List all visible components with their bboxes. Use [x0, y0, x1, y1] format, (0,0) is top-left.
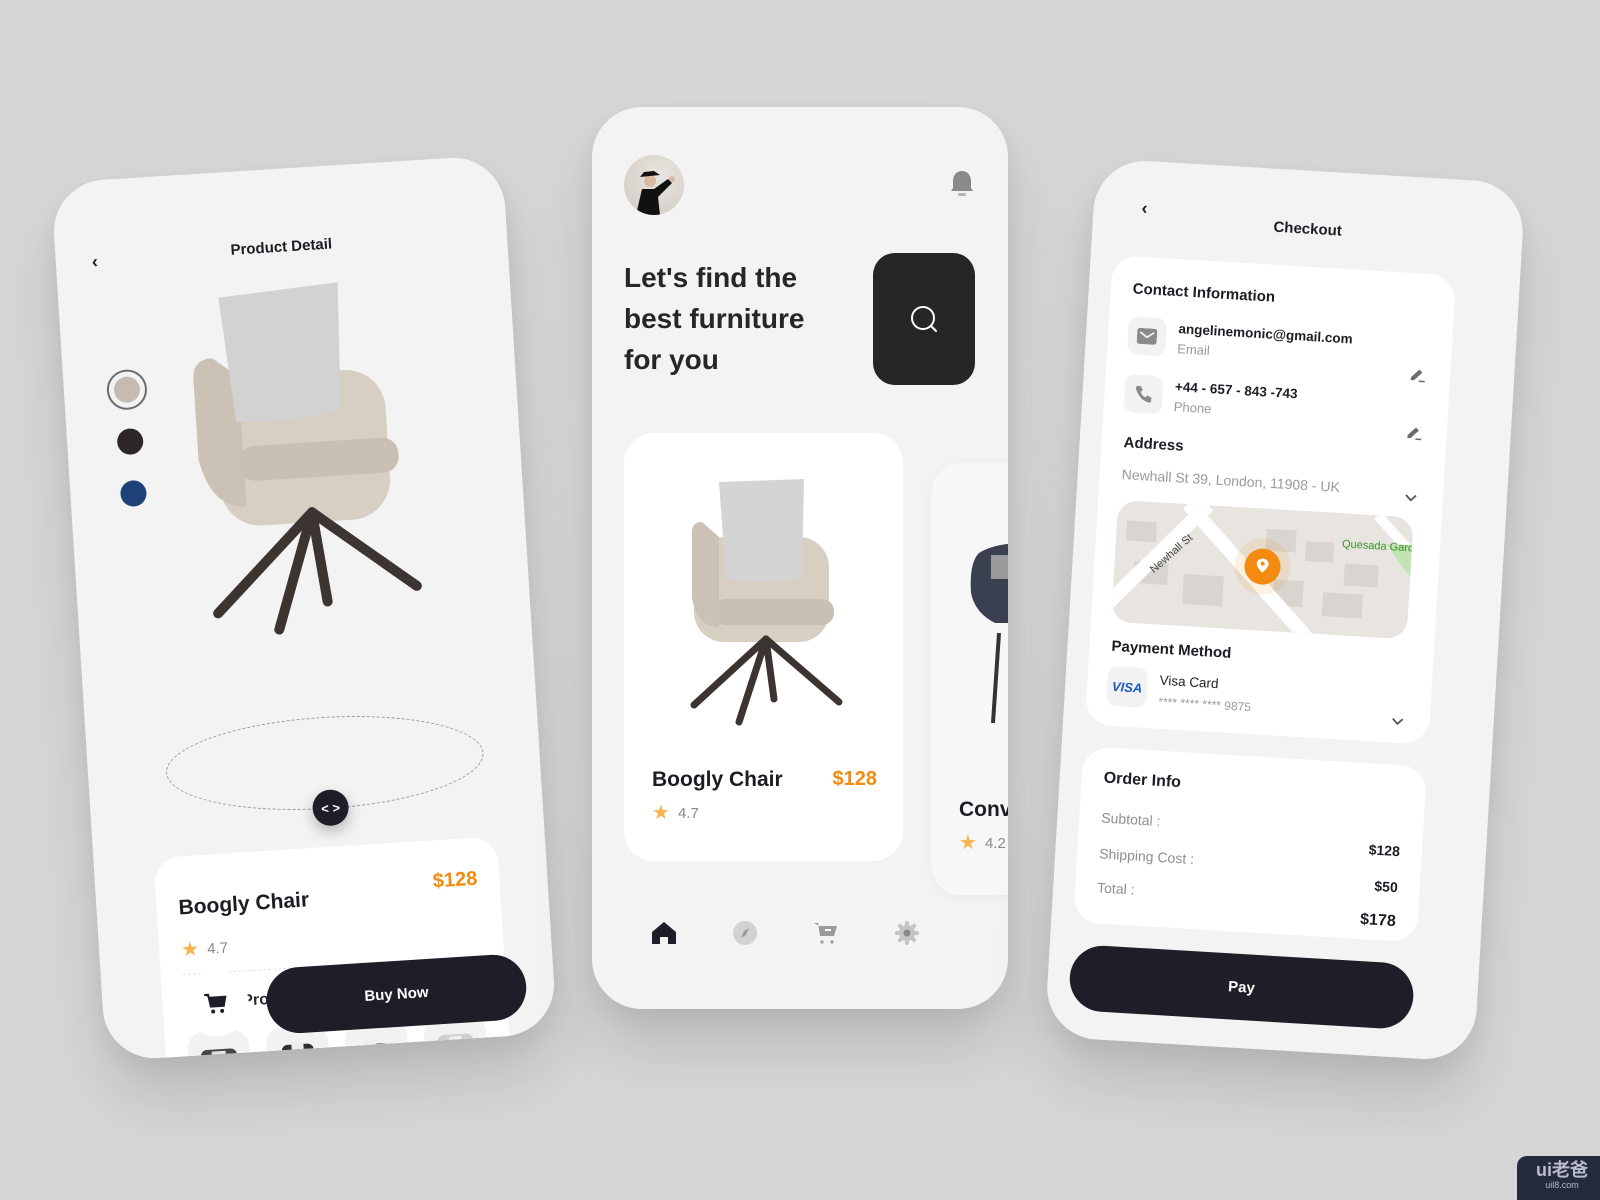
mail-icon: [1136, 327, 1158, 345]
nav-cart[interactable]: [812, 919, 840, 947]
address-chevron-down-icon[interactable]: [1402, 489, 1419, 506]
product-image: [690, 479, 843, 726]
product-rating: ★ 4.7: [652, 803, 699, 823]
nav-home[interactable]: [650, 919, 678, 947]
phone-value: +44 - 657 - 843 -743: [1174, 379, 1299, 402]
rating-value: 4.2: [984, 834, 1006, 852]
product-image: [970, 543, 1008, 724]
product-detail-screen: ‹ Product Detail < > Boogly Chair $128 ★…: [50, 154, 558, 1062]
search-button[interactable]: [873, 253, 975, 385]
checkout-details-card: Contact Information angelinemonic@gmail.…: [1084, 255, 1457, 745]
checkout-screen: ‹ Checkout Contact Information angelinem…: [1044, 158, 1526, 1062]
user-avatar[interactable]: [624, 155, 684, 215]
card-name: Visa Card: [1159, 672, 1219, 692]
product-price: $128: [432, 867, 479, 893]
product-name: Boogly Chair: [177, 888, 310, 920]
product-card-boogly-chair[interactable]: Boogly Chair $128 ★ 4.7: [624, 433, 903, 861]
phone-label: Phone: [1173, 399, 1212, 417]
code-arrows-icon: < >: [320, 799, 341, 816]
star-icon: ★: [959, 832, 977, 854]
edit-email-icon[interactable]: [1408, 365, 1427, 384]
order-info-card: Order Info Subtotal : $128 Shipping Cost…: [1073, 746, 1427, 943]
color-swatch-beige[interactable]: [113, 375, 141, 404]
color-swatch-black[interactable]: [116, 427, 144, 456]
subtotal-label: Subtotal :: [1100, 809, 1161, 829]
order-info-title: Order Info: [1103, 769, 1182, 792]
phone-icon-box: [1123, 374, 1164, 415]
star-icon: ★: [652, 802, 670, 824]
visa-logo-box: VISA: [1106, 665, 1149, 708]
visa-logo-icon: VISA: [1111, 678, 1143, 696]
payment-method-title: Payment Method: [1111, 637, 1232, 662]
rating-value: 4.7: [677, 804, 699, 822]
product-price: $128: [832, 768, 878, 790]
subtotal-value: $128: [1368, 841, 1401, 860]
search-icon: [911, 306, 937, 332]
cart-icon: [204, 993, 227, 1014]
cart-icon: [814, 923, 837, 944]
map-graphic: Newhall St Quesada Gard: [1110, 499, 1414, 640]
avatar-photo: [636, 171, 675, 215]
page-title: Product Detail: [230, 235, 333, 259]
compass-icon: [733, 921, 757, 945]
loveseat-icon: [437, 1033, 474, 1062]
edit-phone-icon[interactable]: [1404, 423, 1423, 442]
product-name: Conv: [959, 798, 1008, 821]
rating-value: 4.7: [206, 938, 229, 958]
color-swatch-navy[interactable]: [119, 479, 148, 508]
star-icon: ★: [180, 938, 200, 962]
headline-line-1: Let's find the: [624, 262, 798, 293]
home-icon: [652, 922, 676, 944]
watermark-badge: ui老爸 uil8.com: [1517, 1156, 1600, 1200]
shipping-value: $50: [1373, 877, 1399, 896]
total-value: $178: [1359, 911, 1397, 931]
phone-icon: [1135, 385, 1152, 403]
watermark-url: uil8.com: [1545, 1180, 1579, 1190]
email-label: Email: [1176, 341, 1211, 359]
product-rating: ★ 4.2: [959, 833, 1006, 853]
nav-settings[interactable]: [893, 919, 921, 947]
product-name: Boogly Chair: [652, 768, 783, 791]
payment-chevron-down-icon[interactable]: [1389, 712, 1406, 729]
contact-info-title: Contact Information: [1132, 280, 1276, 306]
nav-explore[interactable]: [731, 919, 759, 947]
headline-line-3: for you: [624, 344, 719, 375]
home-screen: Let's find the best furniture for you Bo…: [592, 107, 1008, 1009]
email-icon-box: [1126, 316, 1168, 357]
product-image: [193, 282, 422, 635]
card-number: **** **** **** 9875: [1157, 694, 1252, 715]
armchair-icon: [281, 1041, 315, 1062]
product-rating: ★ 4.7: [180, 937, 229, 962]
gear-icon: [895, 921, 919, 945]
notification-bell-icon[interactable]: [948, 169, 976, 199]
pay-button[interactable]: Pay: [1067, 943, 1416, 1031]
armchair-icon: [200, 1048, 238, 1062]
headline: Let's find the best furniture for you: [624, 257, 854, 380]
total-label: Total :: [1096, 879, 1135, 898]
address-title: Address: [1123, 434, 1185, 455]
shipping-label: Shipping Cost :: [1098, 845, 1195, 868]
headline-line-2: best furniture: [624, 303, 805, 334]
address-map[interactable]: Newhall St Quesada Gard: [1110, 499, 1414, 640]
lounge-chair-icon: [361, 1039, 397, 1062]
address-value[interactable]: Newhall St 39, London, 11908 - UK: [1121, 466, 1340, 495]
product-card-conv[interactable]: Conv ★ 4.2: [931, 463, 1008, 895]
watermark-brand: ui老爸: [1536, 1160, 1588, 1180]
page-title: Checkout: [1273, 218, 1343, 240]
